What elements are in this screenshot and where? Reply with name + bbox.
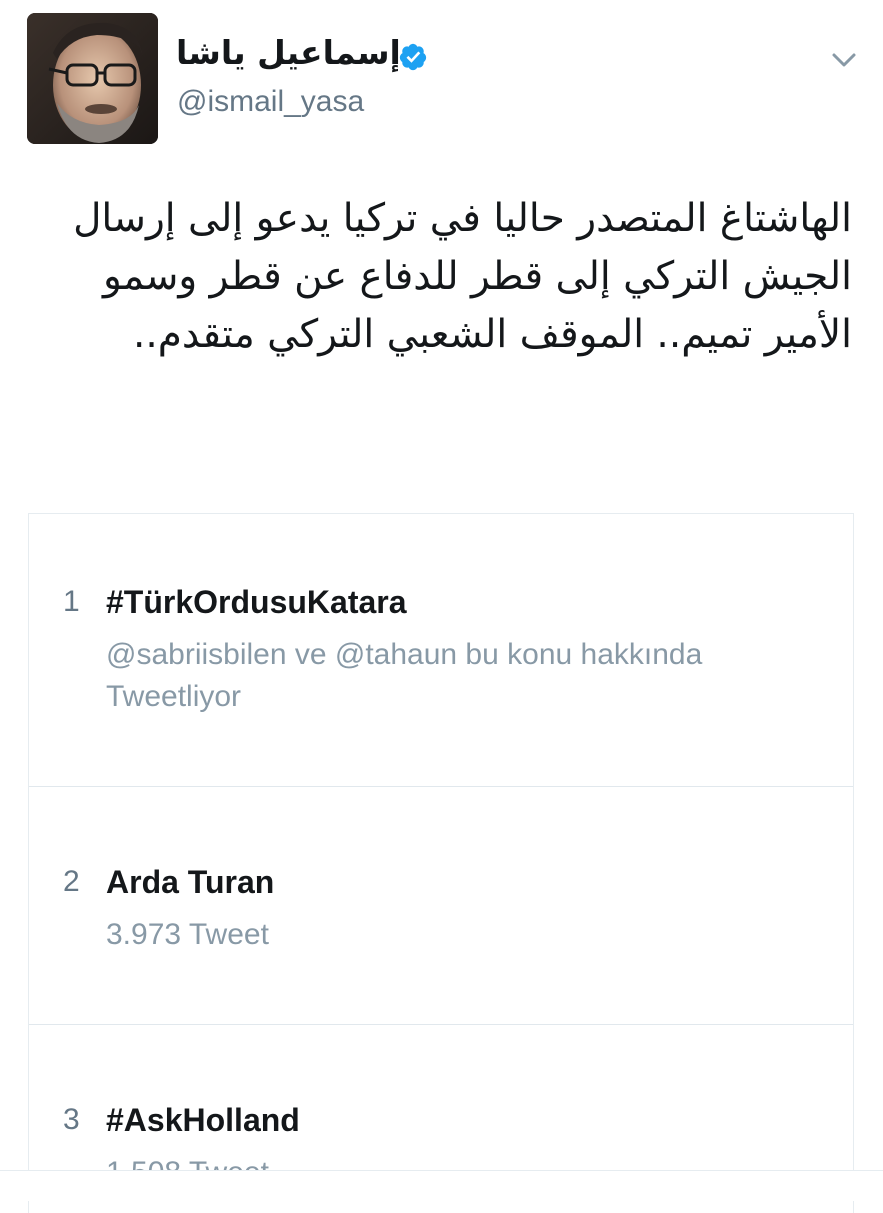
- bottom-bar: [0, 1170, 883, 1201]
- trend-item-1[interactable]: 1 #TürkOrdusuKatara @sabriisbilen ve @ta…: [29, 514, 853, 786]
- trend-meta: @sabriisbilen ve @tahaun bu konu hakkınd…: [106, 638, 703, 713]
- trend-rank: 3: [63, 1103, 80, 1136]
- trend-rank: 1: [63, 585, 80, 618]
- avatar[interactable]: [27, 13, 158, 144]
- trend-name: #TürkOrdusuKatara: [106, 584, 407, 620]
- trend-item-2[interactable]: 2 Arda Turan 3.973 Tweet: [29, 787, 853, 1024]
- verified-badge-icon: [398, 42, 428, 72]
- chevron-down-icon[interactable]: [828, 44, 860, 76]
- author-name[interactable]: إسماعيل ياشا: [176, 33, 406, 73]
- trend-name: Arda Turan: [106, 864, 275, 900]
- trends-card: 1 #TürkOrdusuKatara @sabriisbilen ve @ta…: [28, 513, 854, 1213]
- trend-meta: 3.973 Tweet: [106, 918, 269, 951]
- tweet-text: الهاشتاغ المتصدر حاليا في تركيا يدعو إلى…: [73, 196, 852, 357]
- trend-name: #AskHolland: [106, 1102, 300, 1138]
- trend-rank: 2: [63, 865, 80, 898]
- author-handle[interactable]: @ismail_yasa: [177, 84, 364, 120]
